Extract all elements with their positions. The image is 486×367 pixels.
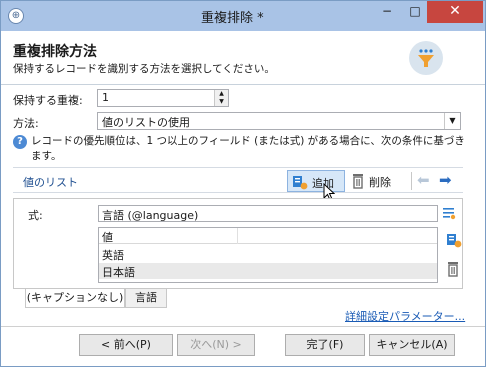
dedup-dialog: ⊕ 重複排除 * − □ ✕ 重複排除方法 保持するレコードを識別する方法を選択… bbox=[0, 0, 486, 367]
advanced-parameters-link[interactable]: 詳細設定パラメーター... bbox=[345, 308, 465, 324]
method-value: 値のリストの使用 bbox=[102, 116, 190, 129]
maximize-button[interactable]: □ bbox=[401, 1, 429, 23]
arrow-left-icon[interactable]: ⬅ bbox=[417, 171, 430, 189]
expression-editor-icon[interactable] bbox=[442, 206, 456, 223]
values-grid: 値 英語 日本語 bbox=[98, 227, 438, 283]
footer-divider bbox=[1, 326, 485, 327]
grid-header: 値 bbox=[99, 228, 437, 244]
add-row-icon[interactable] bbox=[446, 232, 462, 251]
grid-header-value: 値 bbox=[102, 231, 113, 244]
cancel-button[interactable]: キャンセル(A) bbox=[369, 334, 455, 356]
minimize-button[interactable]: − bbox=[373, 1, 401, 23]
tab-caption[interactable]: (キャプションなし) bbox=[25, 289, 125, 308]
previous-button[interactable]: < 前へ(P) bbox=[79, 334, 173, 356]
help-icon: ? bbox=[13, 135, 27, 149]
tab-language[interactable]: 言語 bbox=[125, 289, 167, 308]
page-subtitle: 保持するレコードを識別する方法を選択してください。 bbox=[13, 63, 275, 75]
trash-icon bbox=[351, 173, 365, 192]
keep-duplicates-label: 保持する重複: bbox=[13, 94, 83, 107]
app-icon: ⊕ bbox=[8, 8, 24, 24]
trash-icon[interactable] bbox=[446, 261, 460, 280]
keep-duplicates-value[interactable]: 1 bbox=[102, 91, 109, 104]
method-label: 方法: bbox=[13, 117, 39, 130]
chevron-down-icon[interactable]: ▼ bbox=[444, 113, 460, 129]
close-button[interactable]: ✕ bbox=[427, 1, 483, 23]
funnel-icon bbox=[409, 41, 443, 75]
delete-label: 削除 bbox=[369, 176, 391, 189]
window-title: 重複排除 * bbox=[201, 11, 264, 26]
values-list-title: 値のリスト bbox=[23, 176, 78, 189]
stepper-buttons: ▲ ▼ bbox=[214, 90, 228, 106]
arrow-right-icon[interactable]: ➡ bbox=[439, 171, 452, 189]
stepper-up-icon[interactable]: ▲ bbox=[215, 90, 228, 98]
keep-duplicates-stepper[interactable]: 1 ▲ ▼ bbox=[97, 89, 229, 107]
formula-value[interactable]: 言語 (@language) bbox=[102, 207, 198, 223]
add-button[interactable]: 追加 bbox=[287, 170, 345, 192]
values-panel: 式: 言語 (@language) 値 英語 日本語 bbox=[13, 198, 463, 289]
table-cell: 日本語 bbox=[102, 266, 135, 279]
method-select[interactable]: 値のリストの使用 ▼ bbox=[97, 112, 461, 130]
page-title: 重複排除方法 bbox=[13, 44, 97, 60]
values-list-toolbar: 値のリスト 追加 削除 ⬅ ➡ bbox=[13, 167, 463, 193]
grid-column-separator bbox=[237, 228, 238, 244]
title-bar[interactable]: ⊕ 重複排除 * − □ ✕ bbox=[1, 1, 485, 31]
table-row[interactable]: 英語 bbox=[99, 246, 437, 262]
table-row[interactable]: 日本語 bbox=[99, 263, 437, 279]
info-text: レコードの優先順位は、1 つ以上のフィールド (または式) がある場合に、次の条… bbox=[31, 135, 465, 162]
formula-field[interactable]: 言語 (@language) bbox=[98, 205, 438, 222]
add-value-icon bbox=[292, 174, 308, 193]
finish-button[interactable]: 完了(F) bbox=[285, 334, 365, 356]
toolbar-separator bbox=[411, 172, 412, 190]
formula-label: 式: bbox=[28, 209, 43, 222]
header-divider bbox=[1, 84, 485, 85]
delete-button[interactable]: 削除 bbox=[349, 170, 405, 192]
stepper-down-icon[interactable]: ▼ bbox=[215, 98, 228, 106]
next-button[interactable]: 次へ(N) > bbox=[177, 334, 255, 356]
table-cell: 英語 bbox=[102, 249, 124, 262]
